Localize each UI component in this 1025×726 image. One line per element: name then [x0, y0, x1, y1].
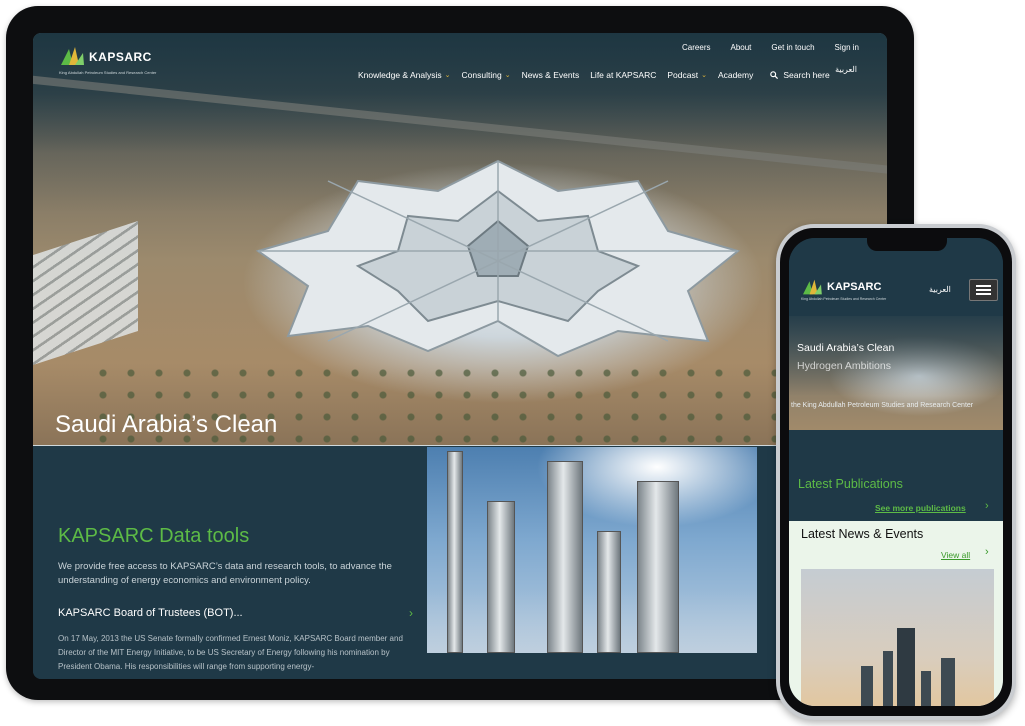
- nav-careers[interactable]: Careers: [682, 43, 710, 52]
- phone-device: KAPSARC King Abdullah Petroleum Studies …: [776, 224, 1016, 720]
- search-icon: [770, 71, 779, 79]
- chevron-down-icon: ⌄: [444, 72, 451, 79]
- mobile-hero-caption: the King Abdullah Petroleum Studies and …: [791, 402, 974, 409]
- board-of-trustees-link[interactable]: KAPSARC Board of Trustees (BOT)...: [58, 607, 243, 619]
- hero-campus-building: [255, 159, 741, 358]
- main-nav: Knowledge & Analysis ⌄ Consulting ⌄ News…: [358, 70, 830, 80]
- chevron-down-icon: ⌄: [701, 72, 707, 79]
- mobile-hero-banner: Saudi Arabia’s Clean Hydrogen Ambitions …: [789, 316, 1003, 430]
- nav-item-label: Academy: [717, 70, 754, 80]
- skyline-building: [861, 666, 873, 706]
- phone-screen: KAPSARC King Abdullah Petroleum Studies …: [789, 238, 1003, 706]
- mobile-language-switch-arabic[interactable]: العربية: [929, 285, 951, 294]
- skyline-building: [883, 651, 893, 706]
- refinery-photo: [427, 447, 757, 653]
- latest-publications-title: Latest Publications: [798, 477, 903, 491]
- nav-academy[interactable]: Academy: [718, 70, 753, 80]
- mobile-hero-title-line1: Saudi Arabia’s Clean: [797, 342, 895, 354]
- search-label: Search here: [783, 70, 830, 80]
- plant-tower: [597, 531, 621, 653]
- nav-knowledge-analysis[interactable]: Knowledge & Analysis ⌄: [358, 70, 451, 80]
- logo-wordmark: KAPSARC: [827, 281, 882, 293]
- nav-get-in-touch[interactable]: Get in touch: [771, 43, 814, 52]
- chevron-down-icon: ⌄: [504, 72, 511, 79]
- chevron-right-icon[interactable]: ›: [985, 546, 989, 558]
- news-excerpt: On 17 May, 2013 the US Senate formally c…: [58, 634, 403, 671]
- skyline-building: [897, 628, 915, 706]
- nav-item-label: Podcast: [667, 70, 699, 80]
- top-utility-nav: Careers About Get in touch Sign in: [682, 43, 859, 52]
- hero-building-left: [33, 220, 138, 366]
- nav-item-label: Knowledge & Analysis: [358, 70, 442, 80]
- kapsarc-logo-icon: [61, 47, 84, 65]
- logo-subtitle: King Abdullah Petroleum Studies and Rese…: [801, 297, 887, 301]
- kapsarc-logo[interactable]: KAPSARC King Abdullah Petroleum Studies …: [59, 45, 156, 75]
- nav-about[interactable]: About: [730, 43, 751, 52]
- plant-tower: [637, 481, 679, 653]
- nav-item-label: Life at KAPSARC: [590, 70, 657, 80]
- data-tools-title: KAPSARC Data tools: [58, 525, 250, 547]
- data-tools-description: We provide free access to KAPSARC’s data…: [58, 561, 392, 586]
- news-photo[interactable]: [801, 569, 994, 706]
- hamburger-menu-icon[interactable]: [969, 279, 998, 301]
- language-switch-arabic[interactable]: العربية: [835, 65, 857, 74]
- nav-podcast[interactable]: Podcast ⌄: [667, 70, 707, 80]
- nav-consulting[interactable]: Consulting ⌄: [462, 70, 511, 80]
- nav-sign-in[interactable]: Sign in: [835, 43, 859, 52]
- mobile-kapsarc-logo[interactable]: KAPSARC King Abdullah Petroleum Studies …: [801, 278, 886, 301]
- nav-news-events[interactable]: News & Events: [522, 70, 580, 80]
- plant-tower: [447, 451, 463, 653]
- skyline-building: [941, 658, 955, 706]
- phone-bezel: KAPSARC King Abdullah Petroleum Studies …: [780, 228, 1012, 716]
- nav-item-label: News & Events: [521, 70, 580, 80]
- nav-life-at-kapsarc[interactable]: Life at KAPSARC: [590, 70, 656, 80]
- logo-subtitle: King Abdullah Petroleum Studies and Rese…: [59, 70, 157, 75]
- kapsarc-logo-icon: [803, 279, 822, 295]
- latest-news-section: Latest News & Events View all ›: [789, 521, 1003, 706]
- plant-tower: [547, 461, 583, 653]
- logo-wordmark: KAPSARC: [89, 50, 152, 64]
- see-more-publications-link[interactable]: See more publications: [875, 503, 966, 513]
- chevron-right-icon[interactable]: ›: [409, 606, 413, 620]
- skyline-building: [921, 671, 931, 706]
- chevron-right-icon[interactable]: ›: [985, 500, 989, 512]
- hero-caption: Saudi Arabia’s Clean: [55, 411, 278, 438]
- phone-notch: [867, 238, 947, 251]
- nav-item-label: Consulting: [461, 70, 502, 80]
- search-button[interactable]: Search here: [770, 70, 830, 80]
- view-all-link[interactable]: View all: [941, 550, 970, 560]
- plant-tower: [487, 501, 515, 653]
- mobile-hero-title-line2: Hydrogen Ambitions: [797, 360, 891, 372]
- latest-publications-section: Latest Publications See more publication…: [789, 430, 1003, 521]
- hero-banner: KAPSARC King Abdullah Petroleum Studies …: [33, 33, 887, 446]
- latest-news-title: Latest News & Events: [801, 527, 924, 541]
